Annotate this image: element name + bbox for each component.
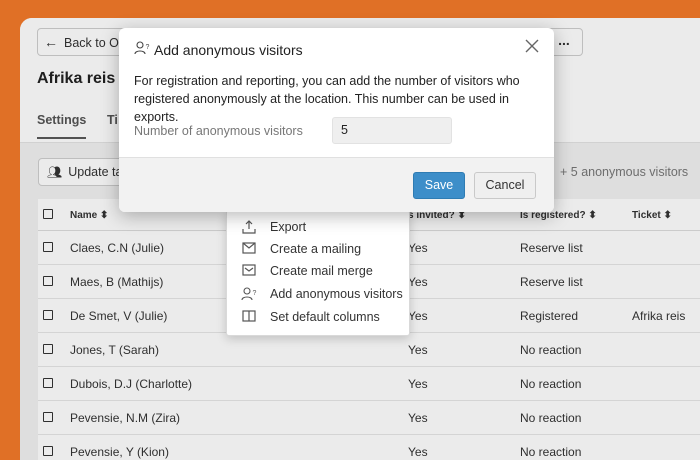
menu-item-create-mail-merge[interactable]: Create mail merge (227, 261, 411, 283)
menu-item-add-anonymous-visitors[interactable]: ? Add anonymous visitors (227, 284, 411, 306)
anonymous-visitors-input[interactable]: 5 (332, 117, 452, 144)
envelope-icon (241, 242, 257, 256)
menu-item-set-default-columns[interactable]: Set default columns (227, 307, 411, 329)
svg-text:?: ? (253, 290, 257, 297)
mail-merge-icon (241, 264, 257, 278)
menu-item-export[interactable]: Export (227, 217, 411, 239)
actions-context-menu: Export Create a mailing Create mail merg… (226, 210, 410, 336)
anonymous-visitors-label: Number of anonymous visitors (134, 124, 303, 138)
cancel-button[interactable]: Cancel (474, 172, 536, 199)
save-button[interactable]: Save (413, 172, 465, 199)
columns-icon (241, 310, 257, 324)
close-icon[interactable] (524, 39, 540, 55)
menu-item-create-mailing[interactable]: Create a mailing (227, 239, 411, 261)
anonymous-user-icon: ? (241, 287, 257, 301)
dialog-title: ? Add anonymous visitors (134, 41, 303, 58)
add-anonymous-visitors-dialog: ? Add anonymous visitors For registratio… (119, 28, 554, 212)
anonymous-user-icon: ? (134, 41, 152, 58)
svg-text:?: ? (146, 44, 150, 51)
dialog-title-text: Add anonymous visitors (154, 42, 303, 58)
dialog-footer: Save Cancel (119, 157, 554, 212)
upload-icon (241, 220, 257, 234)
